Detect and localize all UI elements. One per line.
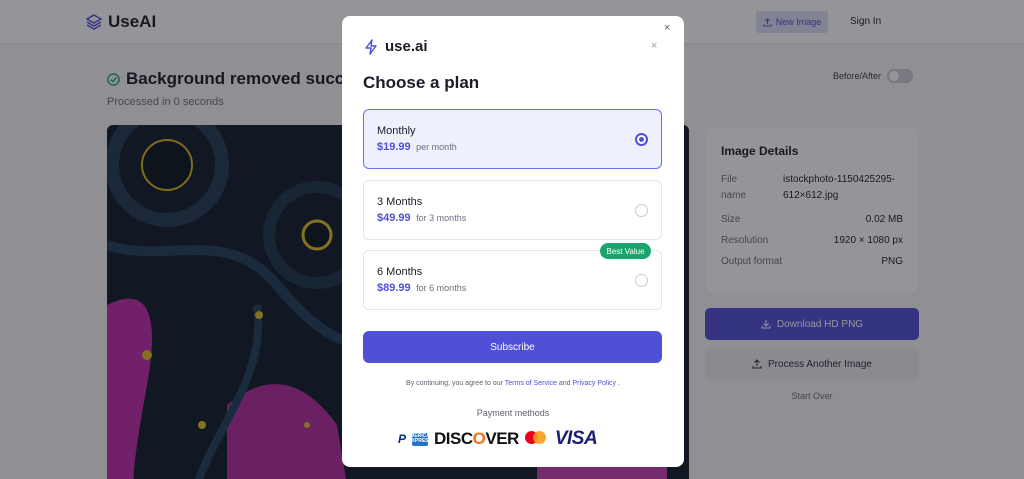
terms-and: and	[558, 380, 571, 387]
plan-radio[interactable]	[635, 204, 648, 217]
subscribe-button[interactable]: Subscribe	[363, 331, 662, 363]
plan-price: $89.99	[377, 282, 411, 294]
plan-period: for 6 months	[416, 283, 467, 293]
payment-logos: P AMERICAN EXPRESS DISCOVER VISA	[398, 428, 598, 450]
payment-methods-label: Payment methods	[476, 408, 550, 418]
terms-of-service-link[interactable]: Terms of Service	[505, 380, 557, 387]
plan-name: 3 Months	[377, 196, 423, 208]
best-value-badge: Best Value	[600, 243, 651, 259]
plan-name: 6 Months	[377, 266, 423, 278]
privacy-policy-link[interactable]: Privacy Policy	[572, 380, 616, 387]
plan-price: $19.99	[377, 141, 411, 153]
plan-option-6-months[interactable]: 6 Months $89.99 for 6 months	[363, 250, 662, 310]
terms-prefix: By continuing, you agree to our	[406, 380, 503, 387]
visa-icon: VISA	[554, 428, 598, 449]
plan-modal: × use.ai × Choose a plan Monthly $19.99 …	[342, 16, 684, 467]
amex-icon: AMERICAN EXPRESS	[406, 432, 434, 446]
paypal-icon: P	[398, 432, 407, 446]
modal-logo-text: use.ai	[385, 38, 428, 55]
plan-option-3-months[interactable]: 3 Months $49.99 for 3 months	[363, 180, 662, 240]
plan-period: per month	[416, 142, 457, 152]
close-icon[interactable]: ×	[651, 40, 657, 52]
lightning-icon	[365, 38, 377, 55]
plan-radio[interactable]	[635, 133, 648, 146]
plan-price: $49.99	[377, 212, 411, 224]
plan-name: Monthly	[377, 125, 416, 137]
terms-text: By continuing, you agree to our Terms of…	[342, 380, 684, 387]
mastercard-icon	[524, 431, 549, 447]
modal-title: Choose a plan	[363, 73, 480, 92]
terms-suffix: .	[618, 380, 620, 387]
discover-icon: DISCOVER	[434, 429, 519, 448]
modal-logo: use.ai	[363, 38, 428, 55]
plan-option-monthly[interactable]: Monthly $19.99 per month	[363, 109, 662, 169]
plan-price-row: $89.99 for 6 months	[377, 282, 466, 294]
plan-price-row: $49.99 for 3 months	[377, 212, 466, 224]
plan-radio[interactable]	[635, 274, 648, 287]
plan-price-row: $19.99 per month	[377, 141, 457, 153]
close-icon[interactable]: ×	[664, 22, 670, 34]
plan-period: for 3 months	[416, 213, 467, 223]
